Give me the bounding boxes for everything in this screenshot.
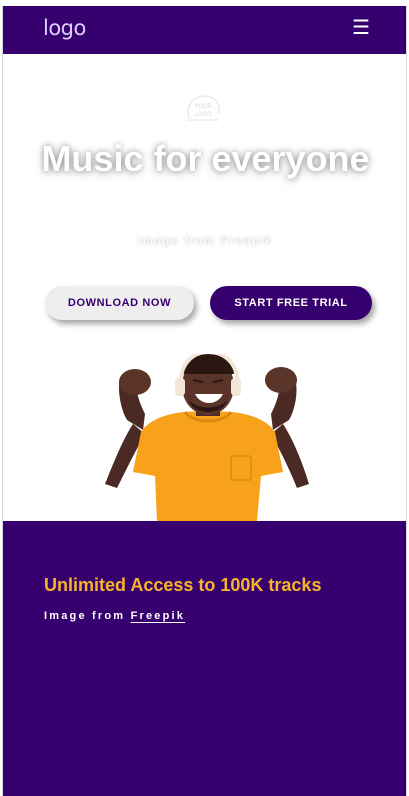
svg-text:LOGO: LOGO: [194, 112, 212, 118]
hero-image-credit: Image from Freepik: [138, 235, 273, 247]
download-now-button[interactable]: DOWNLOAD NOW: [45, 286, 194, 320]
start-free-trial-button[interactable]: START FREE TRIAL: [210, 286, 372, 320]
hero-title: Music for everyone: [41, 138, 370, 179]
site-logo[interactable]: logo: [43, 16, 86, 40]
feature-title: Unlimited Access to 100K tracks: [44, 575, 322, 595]
your-logo-badge: YOUR LOGO: [187, 95, 220, 121]
navbar: logo ☰: [3, 6, 406, 54]
svg-text:YOUR: YOUR: [194, 104, 212, 110]
page-frame: logo ☰ YOUR LOGO Music for everyone Imag…: [2, 6, 407, 796]
hero-person-image: [105, 354, 309, 521]
feature-credit-prefix: Image from: [44, 610, 126, 622]
hero-section: YOUR LOGO Music for everyone Image from …: [3, 54, 406, 521]
hamburger-menu-button[interactable]: ☰: [351, 16, 371, 40]
feature-image-credit: Image from Freepik: [44, 610, 185, 622]
feature-section: Unlimited Access to 100K tracks Image fr…: [3, 521, 406, 796]
freepik-link[interactable]: Freepik: [131, 610, 186, 622]
hamburger-icon: ☰: [352, 17, 370, 39]
